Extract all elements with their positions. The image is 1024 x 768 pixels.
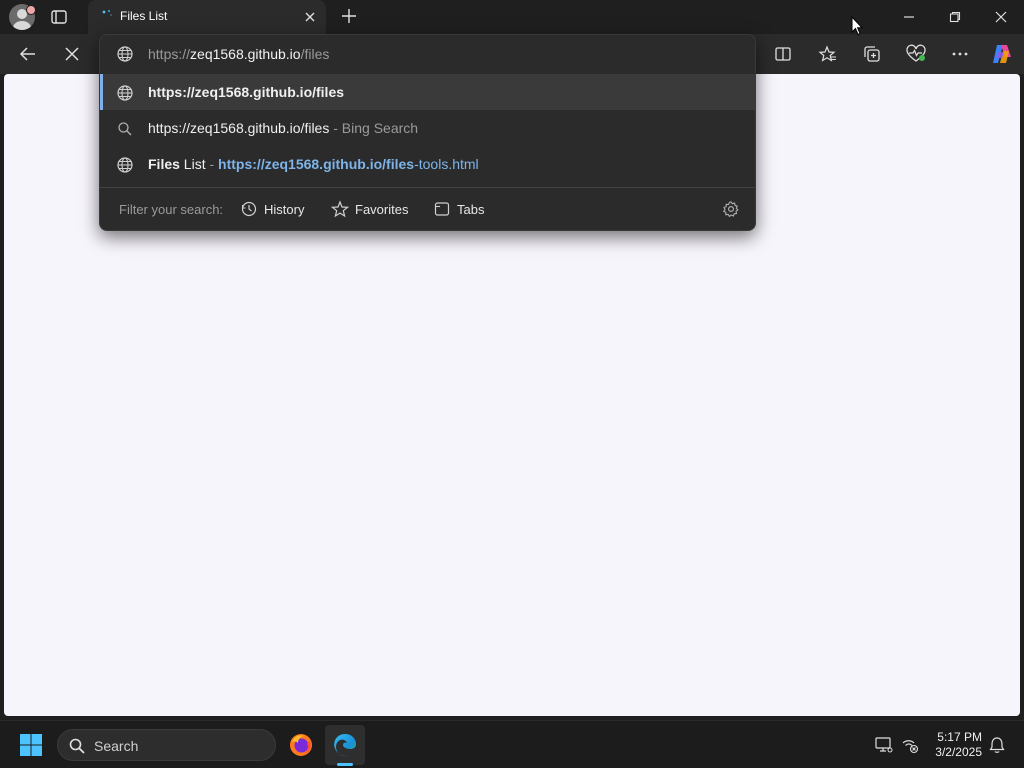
selection-indicator [100, 74, 103, 110]
notification-bell-icon[interactable] [987, 735, 1007, 755]
address-bar-dropdown: https://zeq1568.github.io/files https://… [99, 34, 756, 231]
taskbar-search-box[interactable]: Search [57, 729, 276, 761]
tab-actions-icon[interactable] [48, 6, 70, 28]
copilot-icon[interactable] [990, 42, 1014, 66]
firefox-app-icon[interactable] [281, 725, 321, 765]
favorites-icon[interactable] [816, 42, 840, 66]
address-bar[interactable]: https://zeq1568.github.io/files [100, 35, 755, 73]
search-placeholder: Search [94, 738, 139, 754]
network-disconnected-icon[interactable] [900, 735, 920, 755]
address-bar-input[interactable]: https://zeq1568.github.io/files [148, 46, 329, 62]
windows-start-icon[interactable] [19, 733, 43, 757]
active-app-indicator [337, 763, 353, 766]
more-options-icon[interactable] [948, 42, 972, 66]
split-screen-icon[interactable] [771, 42, 795, 66]
profile-notification-dot [26, 5, 36, 15]
search-filter-bar: Filter your search: History Favorites Ta… [100, 188, 755, 230]
gear-icon[interactable] [722, 200, 740, 218]
clock-date: 3/2/2025 [935, 745, 982, 759]
collections-icon[interactable] [860, 42, 884, 66]
browser-essentials-icon[interactable] [904, 42, 928, 66]
mouse-cursor-icon [851, 16, 863, 36]
restore-button[interactable] [932, 0, 978, 34]
search-icon [116, 120, 134, 138]
globe-icon [116, 45, 134, 63]
close-window-button[interactable] [978, 0, 1024, 34]
suggestion-text: Files List - https://zeq1568.github.io/f… [148, 156, 479, 172]
close-tab-icon[interactable] [302, 9, 318, 25]
back-arrow-icon[interactable] [16, 42, 40, 66]
suggestion-text: https://zeq1568.github.io/files - Bing S… [148, 120, 419, 136]
loading-spinner-icon [101, 9, 113, 21]
system-clock[interactable]: 5:17 PM 3/2/2025 [930, 730, 982, 760]
star-icon [331, 200, 349, 218]
filter-label: Filter your search: [119, 202, 224, 217]
suggestion-url[interactable]: https://zeq1568.github.io/files [100, 74, 755, 110]
suggestion-history-page[interactable]: Files List - https://zeq1568.github.io/f… [100, 146, 755, 182]
filter-tabs-button[interactable]: Tabs [433, 196, 484, 222]
filter-favorites-button[interactable]: Favorites [331, 196, 408, 222]
display-icon[interactable] [874, 735, 894, 755]
minimize-button[interactable] [886, 0, 932, 34]
filter-history-button[interactable]: History [240, 196, 304, 222]
taskbar: Search 5:17 PM 3/2/2025 [0, 720, 1024, 768]
suggestion-text: https://zeq1568.github.io/files [148, 84, 345, 100]
title-bar: Files List [0, 0, 1024, 34]
stop-loading-icon[interactable] [60, 42, 84, 66]
tab-title: Files List [120, 9, 168, 23]
globe-icon [116, 84, 134, 102]
search-icon [68, 737, 86, 755]
globe-icon [116, 156, 134, 174]
edge-app-icon[interactable] [325, 725, 365, 765]
history-icon [241, 201, 257, 217]
tabs-icon [434, 202, 450, 216]
clock-time: 5:17 PM [937, 730, 982, 744]
suggestion-bing-search[interactable]: https://zeq1568.github.io/files - Bing S… [100, 110, 755, 146]
new-tab-icon[interactable] [338, 5, 360, 27]
